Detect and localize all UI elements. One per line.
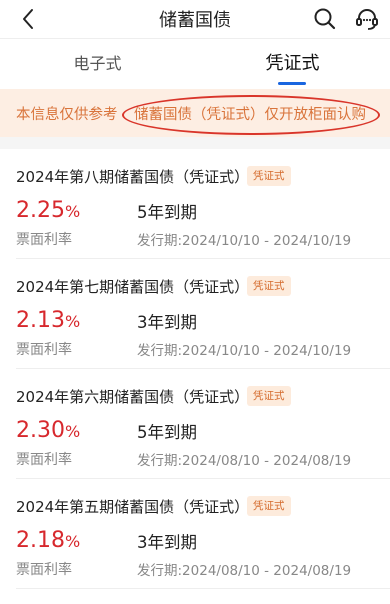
bond-title: 2024年第八期储蓄国债（凭证式） xyxy=(16,168,250,186)
tab-bar: 电子式 凭证式 xyxy=(0,39,390,89)
search-button[interactable] xyxy=(310,4,340,34)
bond-type-badge: 凭证式 xyxy=(247,386,291,406)
coupon-rate-value: 2.13 xyxy=(16,308,65,333)
bond-term: 5年到期 xyxy=(137,423,197,442)
bond-item[interactable]: 2024年第六期储蓄国债（凭证式） 凭证式 2.30% 票面利率 5年到期 发行… xyxy=(0,369,390,479)
active-tab-indicator xyxy=(278,82,306,85)
coupon-rate-label: 票面利率 xyxy=(16,342,72,358)
coupon-rate-unit: % xyxy=(64,202,81,221)
coupon-rate: 2.13% xyxy=(16,307,80,336)
coupon-rate-unit: % xyxy=(64,422,81,441)
section-separator xyxy=(0,137,390,149)
issue-period: 发行期:2024/10/10 - 2024/10/19 xyxy=(137,233,352,249)
bond-title: 2024年第七期储蓄国债（凭证式） xyxy=(16,278,250,296)
coupon-rate-unit: % xyxy=(64,312,81,331)
bond-type-badge: 凭证式 xyxy=(247,166,291,186)
bond-item[interactable]: 2024年第八期储蓄国债（凭证式） 凭证式 2.25% 票面利率 5年到期 发行… xyxy=(0,149,390,259)
coupon-rate-label: 票面利率 xyxy=(16,232,72,248)
headset-icon xyxy=(356,9,378,30)
issue-period: 发行期:2024/08/10 - 2024/08/19 xyxy=(137,453,352,469)
bond-item[interactable]: 2024年第五期储蓄国债（凭证式） 凭证式 2.18% 票面利率 3年到期 发行… xyxy=(0,479,390,589)
bond-title: 2024年第六期储蓄国债（凭证式） xyxy=(16,388,250,406)
coupon-rate-value: 2.18 xyxy=(16,528,65,553)
item-divider xyxy=(16,588,390,589)
coupon-rate-unit: % xyxy=(64,532,81,551)
highlight-circle-annotation xyxy=(122,95,380,135)
bond-term: 3年到期 xyxy=(137,313,197,332)
coupon-rate-value: 2.25 xyxy=(16,198,65,223)
top-bar: 储蓄国债 xyxy=(0,0,390,38)
bond-title: 2024年第五期储蓄国债（凭证式） xyxy=(16,498,250,516)
coupon-rate: 2.30% xyxy=(16,417,80,446)
notice-text: 本信息仅供参考 xyxy=(16,107,118,123)
bond-type-badge: 凭证式 xyxy=(247,496,291,516)
customer-service-button[interactable] xyxy=(352,4,382,34)
bond-term: 5年到期 xyxy=(137,203,197,222)
issue-period: 发行期:2024/08/10 - 2024/08/19 xyxy=(137,563,352,579)
search-icon xyxy=(314,8,336,30)
coupon-rate: 2.18% xyxy=(16,527,80,556)
issue-period: 发行期:2024/10/10 - 2024/10/19 xyxy=(137,343,352,359)
bond-type-badge: 凭证式 xyxy=(247,276,291,296)
bond-term: 3年到期 xyxy=(137,533,197,552)
coupon-rate-label: 票面利率 xyxy=(16,562,72,578)
bond-item[interactable]: 2024年第七期储蓄国债（凭证式） 凭证式 2.13% 票面利率 3年到期 发行… xyxy=(0,259,390,369)
tab-electronic[interactable]: 电子式 xyxy=(0,39,195,89)
coupon-rate-value: 2.30 xyxy=(16,418,65,443)
coupon-rate: 2.25% xyxy=(16,197,80,226)
coupon-rate-label: 票面利率 xyxy=(16,452,72,468)
